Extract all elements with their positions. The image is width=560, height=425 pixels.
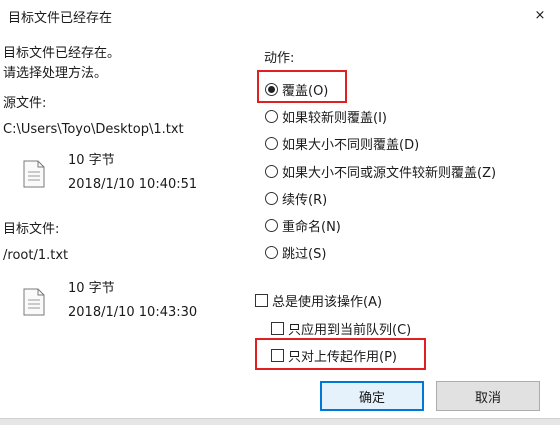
title-bar: 目标文件已经存在 × (0, 0, 560, 34)
radio-button[interactable] (265, 136, 278, 150)
intro-line-2: 请选择处理方法。 (3, 66, 108, 81)
close-icon[interactable]: × (529, 4, 551, 26)
source-size: 10 字节 (68, 153, 115, 168)
ok-button[interactable]: 确定 (320, 381, 424, 411)
radio-button[interactable] (265, 109, 278, 123)
radio-overwrite-if-newer[interactable]: 如果较新则覆盖(I) (265, 106, 387, 126)
target-path: /root/1.txt (3, 248, 69, 263)
highlight-box (257, 70, 347, 103)
radio-label: 跳过(S) (282, 246, 327, 262)
target-date: 2018/1/10 10:43:30 (68, 305, 198, 320)
target-size: 10 字节 (68, 281, 115, 296)
radio-button[interactable] (265, 164, 278, 178)
checkbox-always-use[interactable]: 总是使用该操作(A) (255, 290, 382, 310)
target-label: 目标文件: (3, 222, 60, 237)
radio-overwrite-if-size-differs-or-newer[interactable]: 如果大小不同或源文件较新则覆盖(Z) (265, 161, 496, 181)
bottom-edge (0, 418, 560, 425)
radio-label: 续传(R) (282, 192, 328, 208)
checkbox[interactable] (255, 293, 268, 307)
window-title: 目标文件已经存在 (8, 11, 113, 26)
checkbox-current-queue-only[interactable]: 只应用到当前队列(C) (271, 318, 411, 338)
checkbox-label: 总是使用该操作(A) (272, 294, 383, 310)
radio-button[interactable] (265, 245, 278, 259)
radio-rename[interactable]: 重命名(N) (265, 215, 341, 235)
source-date: 2018/1/10 10:40:51 (68, 177, 198, 192)
checkbox[interactable] (271, 321, 284, 335)
radio-button[interactable] (265, 191, 278, 205)
checkbox-upload-only[interactable]: 只对上传起作用(P) (271, 345, 397, 365)
radio-button[interactable] (265, 218, 278, 232)
radio-label: 如果大小不同或源文件较新则覆盖(Z) (282, 165, 497, 181)
checkbox-label: 只应用到当前队列(C) (288, 322, 412, 338)
radio-resume[interactable]: 续传(R) (265, 188, 327, 208)
radio-skip[interactable]: 跳过(S) (265, 242, 326, 262)
checkbox[interactable] (271, 348, 284, 362)
source-path: C:\Users\Toyo\Desktop\1.txt (3, 122, 184, 137)
intro-line-1: 目标文件已经存在。 (3, 46, 121, 61)
action-label: 动作: (264, 51, 295, 66)
radio-overwrite-if-size-differs[interactable]: 如果大小不同则覆盖(D) (265, 133, 419, 153)
file-icon (23, 160, 45, 188)
cancel-button[interactable]: 取消 (436, 381, 540, 411)
radio-label: 重命名(N) (282, 219, 341, 235)
file-icon (23, 288, 45, 316)
source-label: 源文件: (3, 96, 47, 111)
radio-label: 如果较新则覆盖(I) (282, 110, 387, 126)
radio-label: 如果大小不同则覆盖(D) (282, 137, 420, 153)
checkbox-label: 只对上传起作用(P) (288, 349, 397, 365)
